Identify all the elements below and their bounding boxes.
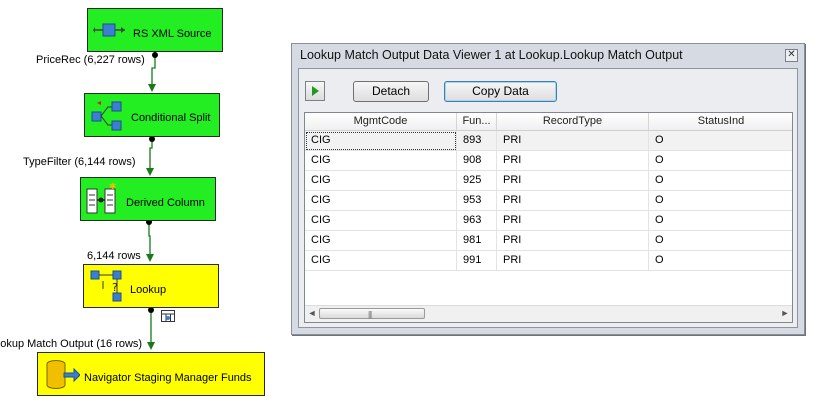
lookup-node[interactable]: ? Lookup — [83, 264, 219, 308]
rs-xml-source-node[interactable]: RS XML Source — [87, 8, 223, 52]
table-row[interactable]: CIG 925 PRI O — [305, 171, 792, 191]
copy-data-button[interactable]: Copy Data — [444, 81, 557, 102]
lookup-match-output-path-label[interactable]: Lookup Match Output (16 rows) — [0, 338, 142, 350]
cell-mgmtcode[interactable]: CIG — [305, 131, 457, 151]
cell-fund[interactable]: 963 — [457, 211, 497, 231]
rows-path-label[interactable]: 6,144 rows — [87, 250, 141, 262]
conditional-split-node[interactable]: Conditional Split — [84, 93, 220, 137]
cell-recordtype[interactable]: PRI — [497, 191, 649, 211]
cell-statusind[interactable]: O — [649, 151, 792, 171]
cell-statusind[interactable]: O — [649, 191, 792, 211]
table-row[interactable]: CIG 991 PRI O — [305, 251, 792, 271]
conditional-split-icon — [91, 101, 122, 131]
type-filter-path-label[interactable]: TypeFilter (6,144 rows) — [23, 156, 135, 168]
horizontal-scrollbar[interactable]: ◄ ||| ► — [305, 305, 792, 322]
column-header-fund[interactable]: Fun... — [457, 113, 497, 131]
cell-recordtype[interactable]: PRI — [497, 211, 649, 231]
cell-mgmtcode[interactable]: CIG — [305, 191, 457, 211]
cell-mgmtcode[interactable]: CIG — [305, 151, 457, 171]
data-viewer-icon[interactable] — [161, 310, 175, 322]
cell-fund[interactable]: 981 — [457, 231, 497, 251]
data-viewer-window[interactable]: Lookup Match Output Data Viewer 1 at Loo… — [291, 43, 805, 335]
cell-statusind[interactable]: O — [649, 231, 792, 251]
scroll-grip: ||| — [368, 310, 372, 319]
table-row[interactable]: CIG 908 PRI O — [305, 151, 792, 171]
table-row[interactable]: CIG 981 PRI O — [305, 231, 792, 251]
close-icon: ✕ — [787, 49, 796, 60]
cell-statusind[interactable]: O — [649, 211, 792, 231]
table-row[interactable]: CIG 893 PRI O — [305, 131, 792, 151]
conditional-split-label: Conditional Split — [131, 112, 211, 124]
viewer-title: Lookup Match Output Data Viewer 1 at Loo… — [300, 48, 683, 62]
scroll-left-icon[interactable]: ◄ — [306, 308, 318, 318]
navigator-staging-label: Navigator Staging Manager Funds — [84, 372, 252, 384]
navigator-staging-node[interactable]: Navigator Staging Manager Funds — [37, 352, 265, 396]
cell-statusind[interactable]: O — [649, 131, 792, 151]
svg-text:✱: ✱ — [109, 183, 117, 192]
destination-database-icon — [46, 360, 80, 389]
column-header-statusind[interactable]: StatusInd — [649, 113, 792, 131]
cell-fund[interactable]: 991 — [457, 251, 497, 271]
cell-recordtype[interactable]: PRI — [497, 231, 649, 251]
cell-mgmtcode[interactable]: CIG — [305, 251, 457, 271]
cell-mgmtcode[interactable]: CIG — [305, 171, 457, 191]
lookup-label: Lookup — [130, 284, 167, 296]
svg-text:?: ? — [112, 281, 118, 294]
derived-column-icon: ✱ — [86, 183, 117, 214]
continue-button[interactable] — [305, 81, 325, 101]
cell-recordtype[interactable]: PRI — [497, 251, 649, 271]
rs-xml-source-label: RS XML Source — [133, 28, 212, 40]
derived-column-label: Derived Column — [126, 197, 205, 209]
lookup-icon: ? — [90, 270, 122, 302]
cell-statusind[interactable]: O — [649, 251, 792, 271]
cell-statusind[interactable]: O — [649, 171, 792, 191]
cell-fund[interactable]: 893 — [457, 131, 497, 151]
cell-fund[interactable]: 908 — [457, 151, 497, 171]
viewer-panel: Detach Copy Data MgmtCode Fun... RecordT… — [298, 68, 798, 328]
price-rec-path-label[interactable]: PriceRec (6,227 rows) — [36, 54, 145, 66]
cell-fund[interactable]: 925 — [457, 171, 497, 191]
xml-source-icon — [93, 23, 125, 37]
close-button[interactable]: ✕ — [785, 49, 798, 62]
column-header-recordtype[interactable]: RecordType — [497, 113, 649, 131]
play-icon — [312, 86, 319, 96]
cell-mgmtcode[interactable]: CIG — [305, 211, 457, 231]
cell-recordtype[interactable]: PRI — [497, 151, 649, 171]
cell-fund[interactable]: 953 — [457, 191, 497, 211]
cell-mgmtcode[interactable]: CIG — [305, 231, 457, 251]
scroll-thumb[interactable]: ||| — [319, 308, 425, 319]
table-row[interactable]: CIG 963 PRI O — [305, 211, 792, 231]
column-header-mgmtcode[interactable]: MgmtCode — [305, 113, 457, 131]
grid-header: MgmtCode Fun... RecordType StatusInd — [305, 113, 792, 131]
cell-recordtype[interactable]: PRI — [497, 171, 649, 191]
cell-recordtype[interactable]: PRI — [497, 131, 649, 151]
table-row[interactable]: CIG 953 PRI O — [305, 191, 792, 211]
scroll-right-icon[interactable]: ► — [779, 308, 791, 318]
data-grid[interactable]: MgmtCode Fun... RecordType StatusInd CIG… — [304, 112, 793, 323]
detach-button[interactable]: Detach — [353, 81, 429, 102]
derived-column-node[interactable]: ✱ Derived Column — [80, 177, 216, 221]
